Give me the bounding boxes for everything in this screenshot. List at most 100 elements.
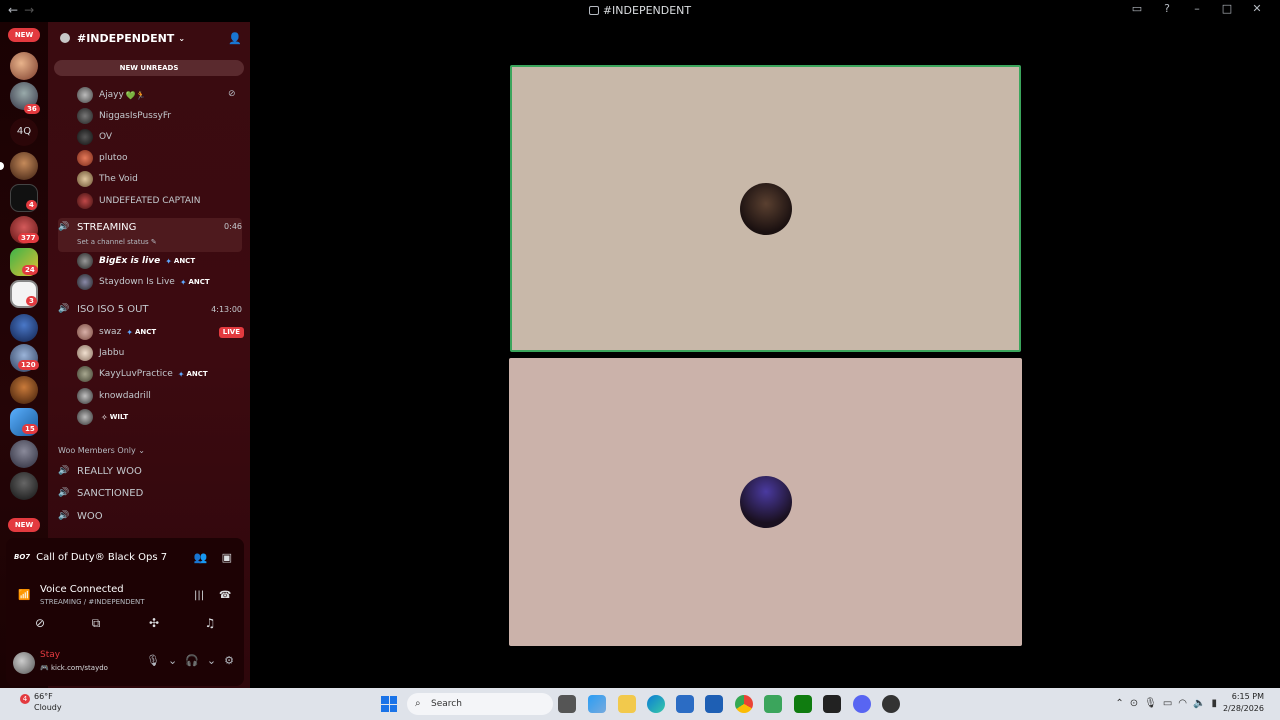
noise-suppression-icon[interactable]: ||| bbox=[194, 590, 204, 601]
app-icon[interactable] bbox=[588, 695, 606, 713]
edge-icon[interactable] bbox=[647, 695, 665, 713]
voice-member[interactable]: Staydown Is Live ✦ ANCT bbox=[77, 273, 210, 291]
unread-badge: 4 bbox=[26, 200, 37, 210]
voice-member[interactable]: Ajayy 💚🏃 bbox=[77, 86, 146, 104]
server-icon[interactable] bbox=[10, 314, 38, 342]
server-4q[interactable]: 4Q bbox=[10, 118, 38, 146]
add-member-icon[interactable]: 👤 bbox=[228, 32, 242, 45]
microphone-icon[interactable]: 🎙 bbox=[146, 654, 160, 667]
volume-icon[interactable]: 🔈 bbox=[1193, 698, 1205, 709]
voice-member[interactable]: ✧ WILT bbox=[77, 408, 128, 426]
start-button[interactable] bbox=[381, 696, 397, 712]
voice-channel[interactable]: 🔊 WOO bbox=[58, 506, 242, 526]
microphone-icon[interactable]: 🎙 bbox=[1144, 698, 1157, 709]
gear-icon[interactable]: ⚙ bbox=[224, 654, 234, 667]
user-name[interactable]: Stay bbox=[40, 650, 60, 660]
avatar bbox=[77, 253, 93, 269]
app-icon[interactable] bbox=[764, 695, 782, 713]
channel-status-prompt[interactable]: Set a channel status ✎ bbox=[77, 238, 157, 246]
help-icon[interactable]: ? bbox=[1152, 2, 1182, 15]
voice-status[interactable]: Voice Connected bbox=[40, 584, 124, 595]
avatar bbox=[77, 409, 93, 425]
window-controls: ▭ ? – □ ✕ bbox=[1122, 2, 1272, 15]
app-icon[interactable] bbox=[823, 695, 841, 713]
server-icon[interactable] bbox=[10, 52, 38, 80]
system-tray: ⌃ ⊙ 🎙 ▭ ◠ 🔈 ▮ 6:15 PM 2/28/2026 bbox=[1115, 691, 1264, 715]
voice-location[interactable]: STREAMING / #INDEPENDENT bbox=[40, 598, 145, 606]
voice-member[interactable]: KayyLuvPractice ✦ ANCT bbox=[77, 365, 208, 383]
disconnect-icon[interactable]: ☎ bbox=[219, 590, 231, 601]
voice-member[interactable]: UNDEFEATED CAPTAIN bbox=[77, 192, 200, 210]
camera-off-icon[interactable]: ⊘ bbox=[32, 616, 48, 632]
search-box[interactable]: ⌕ Search bbox=[407, 693, 553, 715]
server-icon[interactable] bbox=[10, 440, 38, 468]
signal-icon[interactable]: 📶 bbox=[18, 590, 30, 601]
window-title: #INDEPENDENT bbox=[0, 4, 1280, 17]
network-icon[interactable]: ⊙ bbox=[1130, 698, 1138, 709]
channel-name: SANCTIONED bbox=[77, 487, 144, 499]
chevron-down-icon: ⌄ bbox=[178, 33, 186, 43]
chevron-down-icon[interactable]: ⌄ bbox=[207, 654, 216, 667]
obs-icon[interactable] bbox=[882, 695, 900, 713]
tag-icon: ✧ bbox=[101, 412, 108, 422]
voice-channel[interactable]: 🔊 REALLY WOO bbox=[58, 461, 242, 481]
server-icon[interactable] bbox=[10, 472, 38, 500]
server-tag: ✦ ANCT bbox=[165, 256, 196, 266]
clock[interactable]: 6:15 PM 2/28/2026 bbox=[1223, 691, 1264, 715]
new-pill-bottom[interactable]: NEW bbox=[8, 518, 40, 532]
voice-member[interactable]: NiggasIsPussyFr bbox=[77, 107, 171, 125]
voice-member[interactable]: plutoo bbox=[77, 149, 127, 167]
member-name: NiggasIsPussyFr bbox=[99, 111, 172, 121]
minimize-button[interactable]: – bbox=[1182, 2, 1212, 15]
participant-tile[interactable] bbox=[509, 358, 1022, 646]
headphones-icon[interactable]: 🎧 bbox=[185, 654, 199, 667]
discord-icon[interactable] bbox=[853, 695, 871, 713]
server-header[interactable]: #INDEPENDENT ⌄ 👤 bbox=[60, 30, 242, 46]
unread-badge: 120 bbox=[18, 360, 39, 370]
activities-icon[interactable]: ✣ bbox=[146, 616, 162, 632]
chevron-up-icon[interactable]: ⌃ bbox=[1115, 698, 1123, 709]
voice-member[interactable]: swaz ✦ ANCT LIVE bbox=[77, 323, 244, 341]
member-name: UNDEFEATED CAPTAIN bbox=[99, 196, 201, 206]
participant-tile-speaking[interactable] bbox=[510, 65, 1021, 352]
channel-timer: 0:46 bbox=[224, 222, 242, 231]
soundboard-icon[interactable]: ♫ bbox=[202, 616, 218, 632]
voice-channel[interactable]: 🔊 SANCTIONED bbox=[58, 483, 242, 503]
server-icon[interactable] bbox=[10, 376, 38, 404]
avatar bbox=[77, 150, 93, 166]
server-tag: ✧ WILT bbox=[101, 412, 129, 422]
voice-member[interactable]: The Void bbox=[77, 170, 138, 188]
outlook-icon[interactable] bbox=[705, 695, 723, 713]
game-name: Call of Duty® Black Ops 7 bbox=[36, 551, 168, 563]
voice-member[interactable]: OV bbox=[77, 128, 112, 146]
battery-icon[interactable]: ▮ bbox=[1211, 698, 1217, 709]
voice-member[interactable]: BigEx is live ✦ ANCT bbox=[77, 252, 195, 270]
chevron-down-icon[interactable]: ⌄ bbox=[168, 654, 177, 667]
voice-channel-streaming[interactable]: 🔊 STREAMING 0:46 bbox=[58, 218, 242, 252]
title-bar: ← → #INDEPENDENT ▭ ? – □ ✕ bbox=[0, 0, 1280, 22]
voice-member[interactable]: Jabbu bbox=[77, 344, 124, 362]
invite-icon[interactable]: 👥 bbox=[194, 551, 208, 564]
close-button[interactable]: ✕ bbox=[1242, 2, 1272, 15]
wifi-icon[interactable]: ◠ bbox=[1178, 698, 1187, 709]
chrome-icon[interactable] bbox=[735, 695, 753, 713]
voice-member[interactable]: knowdadrill bbox=[77, 387, 151, 405]
inbox-icon[interactable]: ▭ bbox=[1122, 2, 1152, 15]
task-view-icon[interactable] bbox=[558, 695, 576, 713]
xbox-icon[interactable] bbox=[794, 695, 812, 713]
member-name: OV bbox=[99, 132, 113, 142]
store-icon[interactable] bbox=[676, 695, 694, 713]
new-pill-top[interactable]: NEW bbox=[8, 28, 40, 42]
tag-icon: ✦ bbox=[165, 256, 172, 266]
voice-channel-iso[interactable]: 🔊 ISO ISO 5 OUT 4:13:00 bbox=[58, 299, 242, 319]
new-unreads-bar[interactable]: NEW UNREADS bbox=[54, 60, 244, 76]
category-header[interactable]: Woo Members Only ⌄ bbox=[58, 446, 145, 455]
maximize-button[interactable]: □ bbox=[1212, 2, 1242, 15]
file-explorer-icon[interactable] bbox=[618, 695, 636, 713]
server-icon[interactable] bbox=[10, 152, 38, 180]
avatar[interactable] bbox=[13, 652, 35, 674]
member-name: The Void bbox=[99, 174, 138, 184]
display-icon[interactable]: ▭ bbox=[1163, 698, 1172, 709]
stream-game-icon[interactable]: ▣ bbox=[222, 551, 232, 564]
screen-share-icon[interactable]: ⧉ bbox=[88, 616, 104, 632]
